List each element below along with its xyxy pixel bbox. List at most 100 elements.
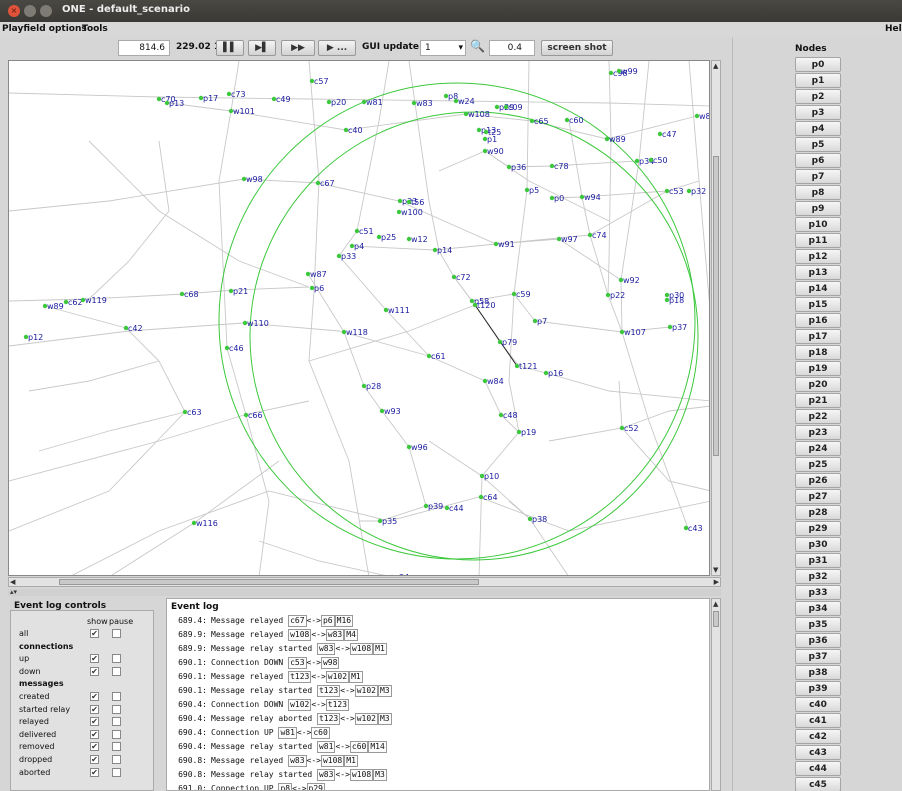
pause-checkbox-dropped[interactable]	[112, 755, 121, 764]
map-node-p33[interactable]: p33	[336, 252, 356, 261]
pause-checkbox-aborted[interactable]	[112, 767, 121, 777]
map-node-c53[interactable]: c53	[664, 187, 684, 196]
pause-checkbox-all[interactable]	[112, 629, 121, 638]
pause-checkbox-started-relay[interactable]	[112, 704, 121, 714]
node-button-p35[interactable]: p35	[795, 617, 841, 632]
event-log-scrollbar[interactable]: ▲	[711, 598, 721, 791]
node-button-p7[interactable]: p7	[795, 169, 841, 184]
event-node-b[interactable]: c60	[311, 727, 330, 739]
node-button-c43[interactable]: c43	[795, 745, 841, 760]
map-node-c47[interactable]: c47	[657, 130, 677, 139]
pause-checkbox-delivered[interactable]	[112, 729, 121, 739]
expand-arrows-icon[interactable]: ▴▾	[10, 588, 17, 596]
map-node-p37[interactable]: p37	[667, 323, 687, 332]
node-button-p17[interactable]: p17	[795, 329, 841, 344]
node-button-p29[interactable]: p29	[795, 521, 841, 536]
map-node-c63[interactable]: c63	[182, 408, 202, 417]
node-button-p1[interactable]: p1	[795, 73, 841, 88]
event-node-a[interactable]: c53	[288, 657, 307, 669]
node-button-p15[interactable]: p15	[795, 297, 841, 312]
node-button-p39[interactable]: p39	[795, 681, 841, 696]
step-button[interactable]: ▶▌	[248, 40, 276, 56]
show-checkbox-aborted[interactable]: ✔	[90, 767, 99, 777]
node-button-p32[interactable]: p32	[795, 569, 841, 584]
scroll-left-icon[interactable]: ◀	[10, 578, 15, 586]
map-node-p16[interactable]: p16	[543, 369, 563, 378]
map-node-t120[interactable]: t120	[472, 301, 496, 310]
node-button-p16[interactable]: p16	[795, 313, 841, 328]
pause-checkbox-down[interactable]	[112, 666, 121, 676]
node-button-p31[interactable]: p31	[795, 553, 841, 568]
event-message-id[interactable]: M1	[373, 643, 387, 655]
map-node-c78[interactable]: c78	[549, 162, 569, 171]
map-node-w108[interactable]: w108	[463, 110, 490, 119]
fast-forward-button[interactable]: ▶▶	[281, 40, 315, 56]
map-node-p79[interactable]: p79	[497, 338, 517, 347]
pause-button[interactable]: ▌▌	[216, 40, 244, 56]
minimize-window-button[interactable]	[24, 5, 36, 17]
event-node-a[interactable]: w81	[316, 741, 336, 753]
map-node-c65[interactable]: c65	[529, 117, 549, 126]
map-node-c74[interactable]: c74	[587, 231, 607, 240]
show-checkbox-up[interactable]: ✔	[90, 654, 99, 664]
map-horizontal-scrollbar[interactable]: ◀ ▶	[8, 577, 721, 587]
node-button-p12[interactable]: p12	[795, 249, 841, 264]
node-button-p3[interactable]: p3	[795, 105, 841, 120]
map-node-w110[interactable]: w110	[242, 319, 269, 328]
node-button-p26[interactable]: p26	[795, 473, 841, 488]
gui-update-select[interactable]: 1 ▾	[420, 40, 466, 56]
map-node-w107[interactable]: w107	[619, 328, 646, 337]
show-checkbox-removed[interactable]: ✔	[90, 742, 99, 752]
node-button-p13[interactable]: p13	[795, 265, 841, 280]
scroll-up-icon[interactable]: ▲	[713, 62, 718, 70]
menu-tools[interactable]: Tools	[82, 24, 108, 34]
node-button-c41[interactable]: c41	[795, 713, 841, 728]
node-button-p6[interactable]: p6	[795, 153, 841, 168]
event-node-b[interactable]: w83	[325, 629, 345, 641]
map-node-w90[interactable]: w90	[482, 147, 504, 156]
event-message-id[interactable]: M3	[373, 769, 387, 781]
map-node-w116[interactable]: w116	[191, 519, 218, 528]
node-button-p27[interactable]: p27	[795, 489, 841, 504]
event-node-a[interactable]: w83	[288, 755, 307, 767]
node-button-c40[interactable]: c40	[795, 697, 841, 712]
map-node-w98[interactable]: w98	[241, 175, 263, 184]
node-button-p28[interactable]: p28	[795, 505, 841, 520]
map-node-p0[interactable]: p0	[549, 194, 564, 203]
map-node-p24[interactable]: p24	[390, 573, 409, 576]
node-button-p21[interactable]: p21	[795, 393, 841, 408]
map-node-w12[interactable]: w12	[406, 235, 428, 244]
map-node-c48[interactable]: c48	[498, 411, 518, 420]
event-node-b[interactable]: w108	[349, 643, 374, 655]
node-button-p20[interactable]: p20	[795, 377, 841, 392]
event-message-id[interactable]: M14	[368, 741, 387, 753]
event-node-b[interactable]: w108	[349, 769, 374, 781]
pause-checkbox-removed[interactable]	[112, 742, 121, 752]
event-message-id[interactable]: M3	[377, 713, 392, 725]
map-node-w97[interactable]: w97	[556, 235, 578, 244]
map-node-p6[interactable]: p6	[309, 284, 324, 293]
map-node-w91[interactable]: w91	[493, 240, 515, 249]
pause-checkbox-relayed[interactable]	[112, 717, 121, 727]
event-node-a[interactable]: t123	[288, 671, 312, 683]
menu-help[interactable]: Help	[885, 24, 902, 34]
map-node-w87[interactable]: w87	[305, 270, 327, 279]
event-node-b[interactable]: c60	[349, 741, 369, 753]
map-node-w92[interactable]: w92	[618, 276, 640, 285]
map-node-p36[interactable]: p36	[506, 163, 526, 172]
event-node-b[interactable]: w98	[320, 657, 340, 669]
node-button-p24[interactable]: p24	[795, 441, 841, 456]
map-vertical-scrollbar[interactable]: ▲ ▼	[711, 60, 721, 576]
map-vertical-scroll-thumb[interactable]	[713, 156, 719, 456]
map-node-c60[interactable]: c60	[564, 116, 584, 125]
map-node-p35[interactable]: p35	[377, 517, 397, 526]
node-button-c44[interactable]: c44	[795, 761, 841, 776]
map-node-c40[interactable]: c40	[343, 126, 363, 135]
event-message-id[interactable]: M4	[344, 629, 358, 641]
close-window-button[interactable]: ×	[8, 5, 20, 17]
show-checkbox-started-relay[interactable]: ✔	[90, 704, 99, 714]
show-checkbox-dropped[interactable]: ✔	[90, 755, 99, 764]
map-node-c68[interactable]: c68	[179, 290, 199, 299]
map-node-p10[interactable]: p10	[479, 472, 499, 481]
show-checkbox-down[interactable]: ✔	[90, 666, 99, 676]
